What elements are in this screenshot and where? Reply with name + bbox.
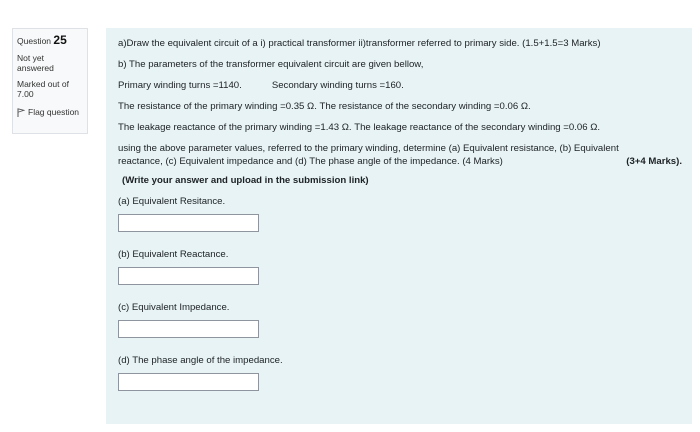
primary-turns: Primary winding turns =1140. <box>118 80 242 91</box>
determine-line-2-row: reactance, (c) Equivalent impedance and … <box>118 155 682 168</box>
answer-label-d: (d) The phase angle of the impedance. <box>118 355 283 366</box>
resistance-text: The resistance of the primary winding =0… <box>118 101 531 112</box>
question-part-b: b) The parameters of the transformer equ… <box>118 59 424 70</box>
reactance-text: The leakage reactance of the primary win… <box>118 122 601 133</box>
question-info-panel: Question 25 Not yet answered Marked out … <box>12 28 88 134</box>
flag-icon <box>17 107 25 117</box>
flag-question-label: Flag question <box>28 107 80 117</box>
question-number-value: 25 <box>53 33 67 47</box>
question-prefix: Question <box>17 36 52 46</box>
question-number: Question 25 <box>17 33 83 47</box>
question-content: a)Draw the equivalent circuit of a i) pr… <box>106 28 692 424</box>
answer-input-c[interactable] <box>118 320 259 338</box>
answer-label-c: (c) Equivalent Impedance. <box>118 302 230 313</box>
answer-label-a: (a) Equivalent Resitance. <box>118 196 226 207</box>
marked-out-of: Marked out of 7.00 <box>17 79 69 99</box>
answer-input-d[interactable] <box>118 373 259 391</box>
determine-text: using the above parameter values, referr… <box>118 142 682 168</box>
flag-question-link[interactable]: Flag question <box>17 107 83 117</box>
question-part-a: a)Draw the equivalent circuit of a i) pr… <box>118 38 601 49</box>
winding-turns-row: Primary winding turns =1140. Secondary w… <box>118 79 682 92</box>
determine-line-2: reactance, (c) Equivalent impedance and … <box>118 156 503 167</box>
answer-input-a[interactable] <box>118 214 259 232</box>
answer-input-b[interactable] <box>118 267 259 285</box>
submission-instruction: (Write your answer and upload in the sub… <box>122 175 369 186</box>
total-marks: (3+4 Marks). <box>626 156 682 167</box>
secondary-turns: Secondary winding turns =160. <box>271 80 404 91</box>
determine-line-1: using the above parameter values, referr… <box>118 143 619 154</box>
answer-label-b: (b) Equivalent Reactance. <box>118 249 229 260</box>
question-status: Not yet answered <box>17 53 54 73</box>
